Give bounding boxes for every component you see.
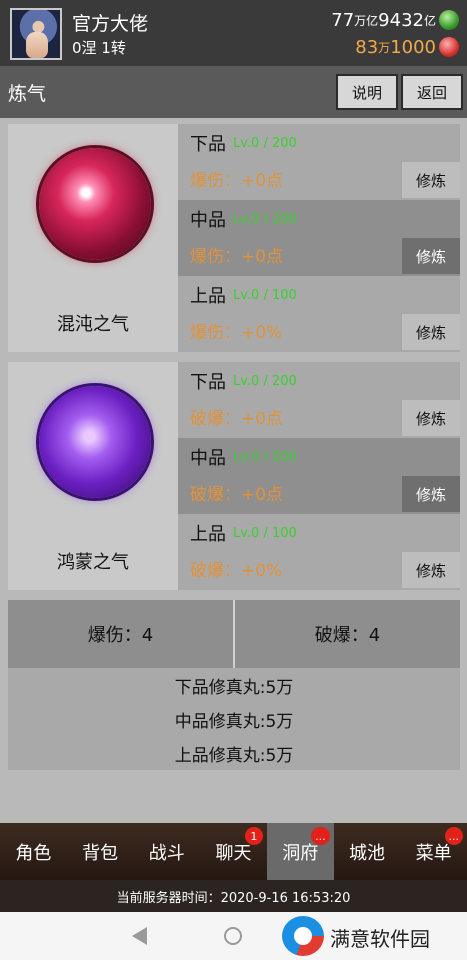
qi-panel-left: 鸿蒙之气	[8, 362, 178, 590]
avatar[interactable]	[10, 8, 62, 60]
grade-bonus: 爆伤：+0%	[190, 323, 283, 343]
bottom-nav: 角色 背包 战斗 聊天 1 洞府 ... 城池 菜单 ...	[0, 823, 467, 880]
pill-cost-low: 下品修真丸:5万	[174, 677, 294, 698]
grade-name: 中品	[190, 210, 226, 231]
nav-label: 城池	[348, 842, 385, 864]
ruby-amount-rest: 1000	[390, 36, 436, 58]
pill-cost-list: 下品修真丸:5万 中品修真丸:5万 上品修真丸:5万	[8, 668, 460, 770]
title-bar: 炼气 说明 返回	[0, 66, 467, 118]
nav-label: 战斗	[148, 842, 185, 864]
train-button[interactable]: 修炼	[402, 476, 460, 512]
nav-label: 菜单	[415, 842, 452, 864]
jade-currency: 77 万亿 9432 亿	[331, 8, 459, 32]
qi-name: 鸿蒙之气	[57, 552, 129, 573]
ruby-currency: 83 万 1000	[355, 35, 459, 59]
train-button[interactable]: 修炼	[402, 238, 460, 274]
grade-level: Lv.0 / 100	[233, 526, 297, 541]
grade-bonus: 破爆：+0点	[190, 485, 284, 505]
jade-icon	[439, 10, 459, 30]
chaos-orb-icon	[39, 148, 151, 260]
grade-name: 上品	[190, 286, 226, 307]
ruby-unit: 万	[378, 40, 391, 55]
train-button[interactable]: 修炼	[402, 552, 460, 588]
pill-cost-mid: 中品修真丸:5万	[174, 711, 294, 732]
stats-summary: 爆伤：4 破爆：4	[8, 600, 460, 668]
train-button[interactable]: 修炼	[402, 162, 460, 198]
qi-panel-chaos: 混沌之气 下品 Lv.0 / 200 爆伤：+0点 修炼 中品 Lv.0 / 2…	[8, 124, 460, 352]
player-header: 官方大佬 0涅 1转 77 万亿 9432 亿 83 万 1000	[0, 0, 467, 66]
hongmeng-orb-icon	[39, 386, 151, 498]
nav-label: 聊天	[215, 842, 252, 864]
jade-unit-1: 万亿	[354, 13, 379, 28]
nav-label: 角色	[15, 842, 52, 864]
player-rank: 0涅 1转	[72, 39, 126, 57]
train-button[interactable]: 修炼	[402, 400, 460, 436]
grade-row: 中品 Lv.0 / 200 爆伤：+0点 修炼	[178, 200, 460, 276]
grade-name: 上品	[190, 524, 226, 545]
grade-bonus: 爆伤：+0点	[190, 171, 284, 191]
notification-badge: ...	[311, 827, 330, 845]
qi-panel-left: 混沌之气	[8, 124, 178, 352]
grade-row: 上品 Lv.0 / 100 爆伤：+0% 修炼	[178, 276, 460, 352]
back-triangle-icon[interactable]	[132, 927, 147, 945]
notification-badge: 1	[244, 827, 263, 845]
help-button[interactable]: 说明	[336, 74, 398, 110]
nav-item-cave[interactable]: 洞府 ...	[266, 823, 334, 880]
grade-row: 中品 Lv.0 / 200 破爆：+0点 修炼	[178, 438, 460, 514]
grade-level: Lv.0 / 100	[233, 288, 297, 303]
player-name: 官方大佬	[72, 13, 149, 35]
system-nav-bar: 满意软件园	[0, 912, 467, 960]
grade-level: Lv.0 / 200	[233, 374, 297, 389]
grade-name: 下品	[190, 372, 226, 393]
page-title: 炼气	[8, 83, 47, 105]
grade-name: 中品	[190, 448, 226, 469]
qi-name: 混沌之气	[57, 314, 129, 335]
grade-name: 下品	[190, 134, 226, 155]
nav-item-chat[interactable]: 聊天 1	[200, 823, 267, 880]
qi-panel-hongmeng: 鸿蒙之气 下品 Lv.0 / 200 破爆：+0点 修炼 中品 Lv.0 / 2…	[8, 362, 460, 590]
nav-label: 背包	[82, 842, 119, 864]
grade-level: Lv.0 / 200	[233, 450, 297, 465]
grade-row: 上品 Lv.0 / 100 破爆：+0% 修炼	[178, 514, 460, 590]
grade-bonus: 爆伤：+0点	[190, 247, 284, 267]
pill-cost-high: 上品修真丸:5万	[174, 745, 294, 766]
nav-item-battle[interactable]: 战斗	[133, 823, 200, 880]
grade-bonus: 破爆：+0%	[190, 561, 283, 581]
grade-bonus: 破爆：+0点	[190, 409, 284, 429]
watermark-text: 满意软件园	[330, 927, 430, 951]
nav-item-character[interactable]: 角色	[0, 823, 67, 880]
grade-row: 下品 Lv.0 / 200 爆伤：+0点 修炼	[178, 124, 460, 200]
nav-item-menu[interactable]: 菜单 ...	[400, 823, 467, 880]
grade-level: Lv.0 / 200	[233, 212, 297, 227]
back-button[interactable]: 返回	[401, 74, 463, 110]
jade-amount-prefix: 77	[331, 9, 355, 31]
ruby-icon	[439, 37, 459, 57]
train-button[interactable]: 修炼	[402, 314, 460, 350]
jade-unit-2: 亿	[423, 13, 436, 28]
grade-row: 下品 Lv.0 / 200 破爆：+0点 修炼	[178, 362, 460, 438]
server-time: 当前服务器时间：2020-9-16 16:53:20	[0, 880, 467, 912]
home-circle-icon[interactable]	[224, 927, 242, 945]
watermark-logo-icon	[282, 916, 324, 956]
crit-break-stat: 破爆：4	[314, 625, 381, 646]
grade-level: Lv.0 / 200	[233, 136, 297, 151]
nav-item-city[interactable]: 城池	[334, 823, 401, 880]
crit-damage-stat: 爆伤：4	[87, 625, 154, 646]
notification-badge: ...	[444, 827, 464, 845]
ruby-amount-prefix: 83	[355, 36, 379, 58]
main-content: 混沌之气 下品 Lv.0 / 200 爆伤：+0点 修炼 中品 Lv.0 / 2…	[0, 118, 467, 823]
nav-item-bag[interactable]: 背包	[67, 823, 134, 880]
jade-amount-mid: 9432	[378, 9, 424, 31]
